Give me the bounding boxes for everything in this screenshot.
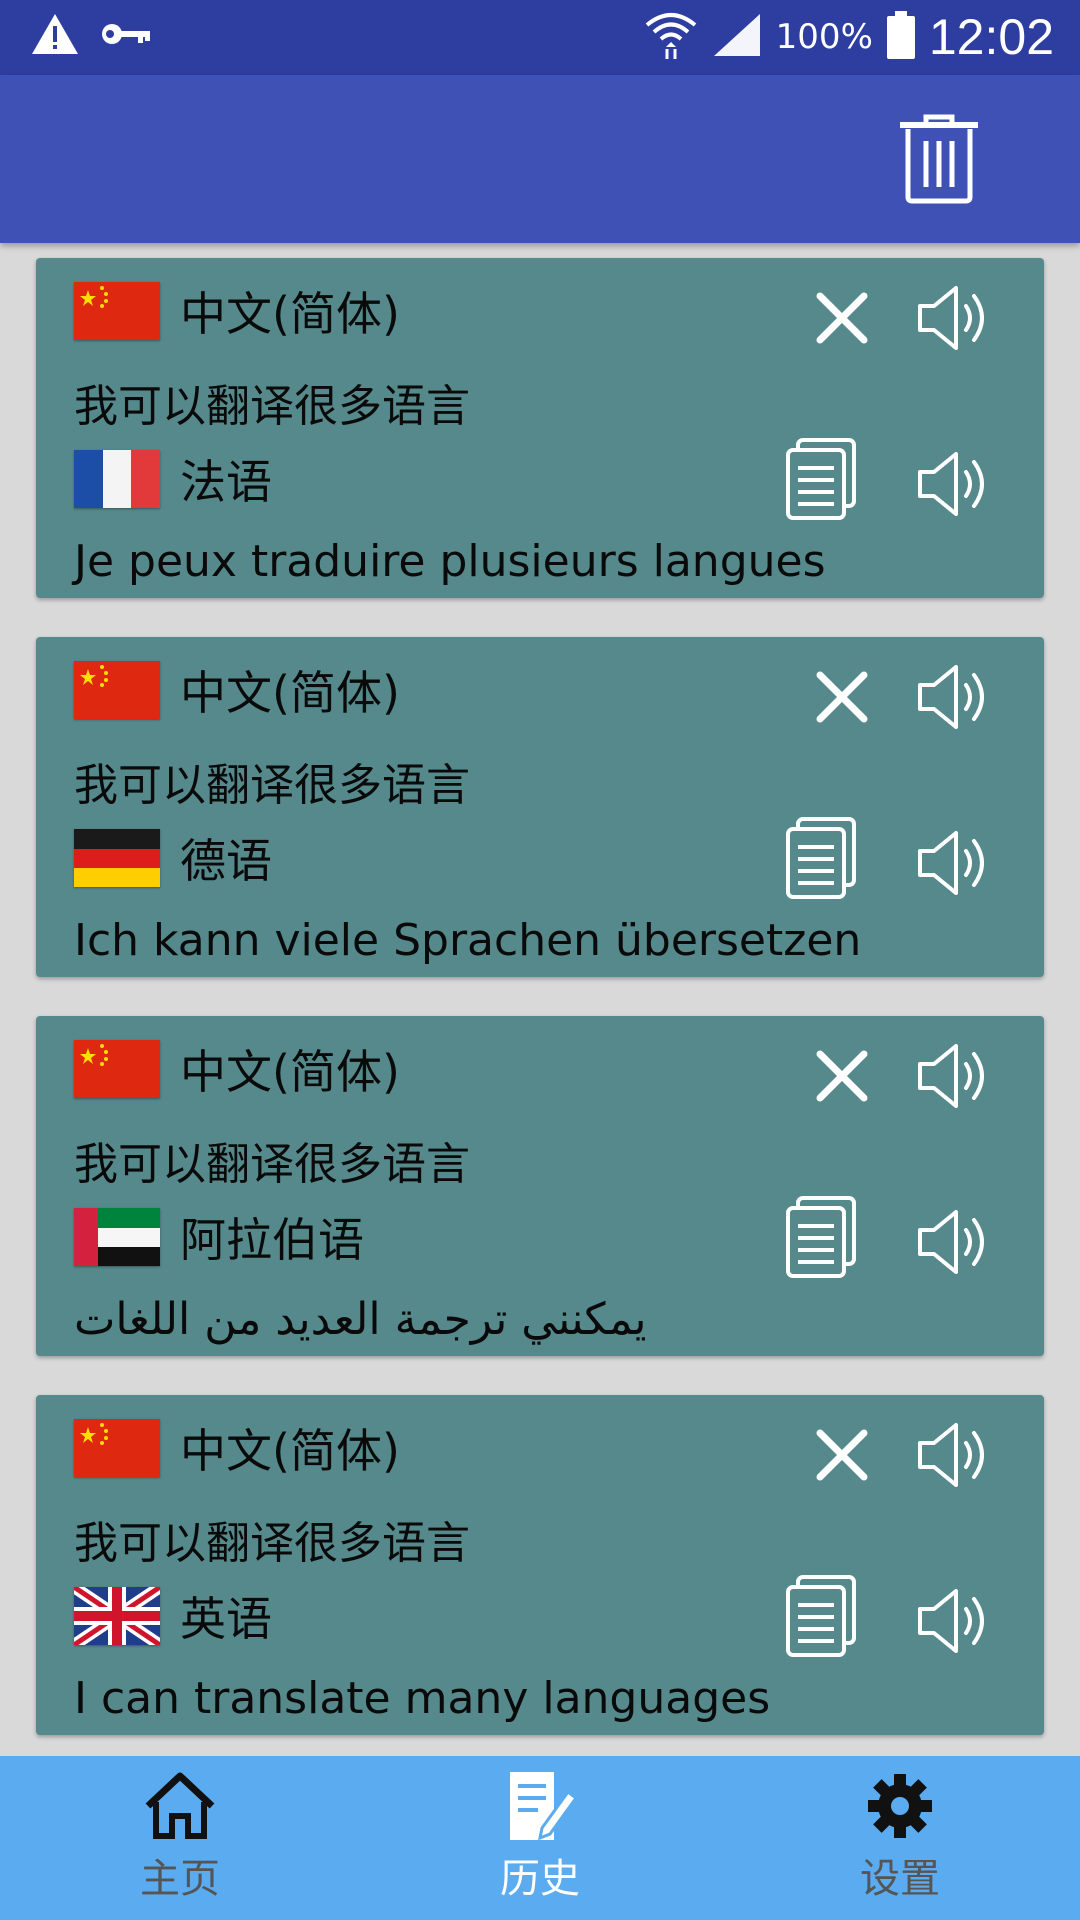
target-language-row: 法语 [74, 446, 272, 512]
target-language-label: 英语 [180, 1592, 272, 1646]
nav-settings[interactable]: 设置 [800, 1770, 1000, 1904]
copy-translation-button[interactable] [778, 813, 868, 903]
speaker-icon [912, 1202, 992, 1282]
source-language-label: 中文(简体) [180, 1424, 400, 1478]
wifi-icon [644, 9, 698, 65]
speaker-icon [912, 1581, 992, 1661]
speaker-icon [912, 657, 992, 737]
source-language-label: 中文(简体) [180, 287, 400, 341]
source-language-row: 中文(简体) [74, 1036, 400, 1102]
source-language-row: 中文(简体) [74, 1415, 400, 1481]
speak-translation-button[interactable] [912, 1202, 992, 1282]
speaker-icon [912, 823, 992, 903]
status-bar: 100% 12:02 [0, 0, 1080, 75]
battery-percentage: 100% [775, 17, 873, 57]
source-text: 我可以翻译很多语言 [74, 760, 470, 811]
close-icon [802, 657, 882, 737]
copy-translation-button[interactable] [778, 434, 868, 524]
copy-translation-button[interactable] [778, 1571, 868, 1661]
copy-icon [778, 1571, 868, 1661]
history-card[interactable]: 中文(简体) 我可以翻译很多语言德语 Ich kann viele Sprachen… [36, 637, 1044, 977]
target-flag-icon [74, 450, 160, 508]
target-language-row: 德语 [74, 825, 272, 891]
gear-icon [868, 1774, 932, 1838]
nav-history[interactable]: 历史 [440, 1770, 640, 1904]
source-text: 我可以翻译很多语言 [74, 1139, 470, 1190]
history-card[interactable]: 中文(简体) 我可以翻译很多语言英语 I can translate many la… [36, 1395, 1044, 1735]
target-language-label: 德语 [180, 834, 272, 888]
flag-de-icon [74, 829, 160, 887]
flag-gb-icon [74, 1587, 160, 1645]
flag-cn-icon [74, 661, 160, 719]
nav-home-label: 主页 [140, 1856, 220, 1902]
speak-translation-button[interactable] [912, 823, 992, 903]
target-text: Ich kann viele Sprachen übersetzen [74, 915, 862, 966]
source-language-label: 中文(简体) [180, 666, 400, 720]
target-language-label: 阿拉伯语 [180, 1213, 364, 1267]
history-card[interactable]: 中文(简体) 我可以翻译很多语言法语 Je peux traduire plusie… [36, 258, 1044, 598]
source-language-row: 中文(简体) [74, 657, 400, 723]
trash-icon [900, 114, 978, 204]
flag-fr-icon [74, 450, 160, 508]
speak-translation-button[interactable] [912, 1581, 992, 1661]
home-icon [145, 1772, 215, 1839]
speak-source-button[interactable] [912, 278, 992, 358]
clock: 12:02 [928, 9, 1054, 65]
speaker-icon [912, 1036, 992, 1116]
app-bar [0, 75, 1080, 243]
nav-settings-label: 设置 [860, 1856, 940, 1902]
source-language-row: 中文(简体) [74, 278, 400, 344]
copy-icon [778, 1192, 868, 1282]
history-icon [510, 1772, 579, 1841]
bottom-navigation: 主页 历史 设置 [0, 1756, 1080, 1920]
source-flag-icon [74, 661, 160, 719]
source-flag-icon [74, 282, 160, 340]
target-flag-icon [74, 1587, 160, 1645]
close-icon [802, 1036, 882, 1116]
source-text: 我可以翻译很多语言 [74, 381, 470, 432]
clear-history-button[interactable] [894, 113, 984, 205]
target-language-row: 阿拉伯语 [74, 1204, 364, 1270]
close-icon [802, 1415, 882, 1495]
signal-icon [712, 12, 762, 62]
speak-source-button[interactable] [912, 1036, 992, 1116]
delete-entry-button[interactable] [802, 1036, 882, 1116]
copy-translation-button[interactable] [778, 1192, 868, 1282]
source-flag-icon [74, 1419, 160, 1477]
speaker-icon [912, 1415, 992, 1495]
delete-entry-button[interactable] [802, 1415, 882, 1495]
flag-cn-icon [74, 282, 160, 340]
source-text: 我可以翻译很多语言 [74, 1518, 470, 1569]
delete-entry-button[interactable] [802, 278, 882, 358]
target-flag-icon [74, 1208, 160, 1266]
battery-icon [886, 11, 915, 63]
flag-cn-icon [74, 1040, 160, 1098]
speak-source-button[interactable] [912, 1415, 992, 1495]
speak-source-button[interactable] [912, 657, 992, 737]
target-language-row: 英语 [74, 1583, 272, 1649]
target-flag-icon [74, 829, 160, 887]
warning-icon [30, 12, 80, 60]
close-icon [802, 278, 882, 358]
target-text: يمكنني ترجمة العديد من اللغات [74, 1294, 647, 1345]
source-language-label: 中文(简体) [180, 1045, 400, 1099]
speaker-icon [912, 278, 992, 358]
copy-icon [778, 434, 868, 524]
speaker-icon [912, 444, 992, 524]
speak-translation-button[interactable] [912, 444, 992, 524]
delete-entry-button[interactable] [802, 657, 882, 737]
copy-icon [778, 813, 868, 903]
source-flag-icon [74, 1040, 160, 1098]
target-text: Je peux traduire plusieurs langues [74, 536, 826, 587]
key-icon [100, 19, 152, 53]
target-language-label: 法语 [180, 455, 272, 509]
history-card[interactable]: 中文(简体) 我可以翻译很多语言 阿拉伯语 يمكنني ترجمة العديد م… [36, 1016, 1044, 1356]
target-text: I can translate many languages [74, 1673, 771, 1724]
flag-cn-icon [74, 1419, 160, 1477]
history-list: 中文(简体) 我可以翻译很多语言 法语 Je peux traduire plusie… [36, 258, 1044, 1774]
nav-home[interactable]: 主页 [80, 1770, 280, 1904]
nav-history-label: 历史 [500, 1856, 580, 1902]
flag-ae-icon [74, 1208, 160, 1266]
